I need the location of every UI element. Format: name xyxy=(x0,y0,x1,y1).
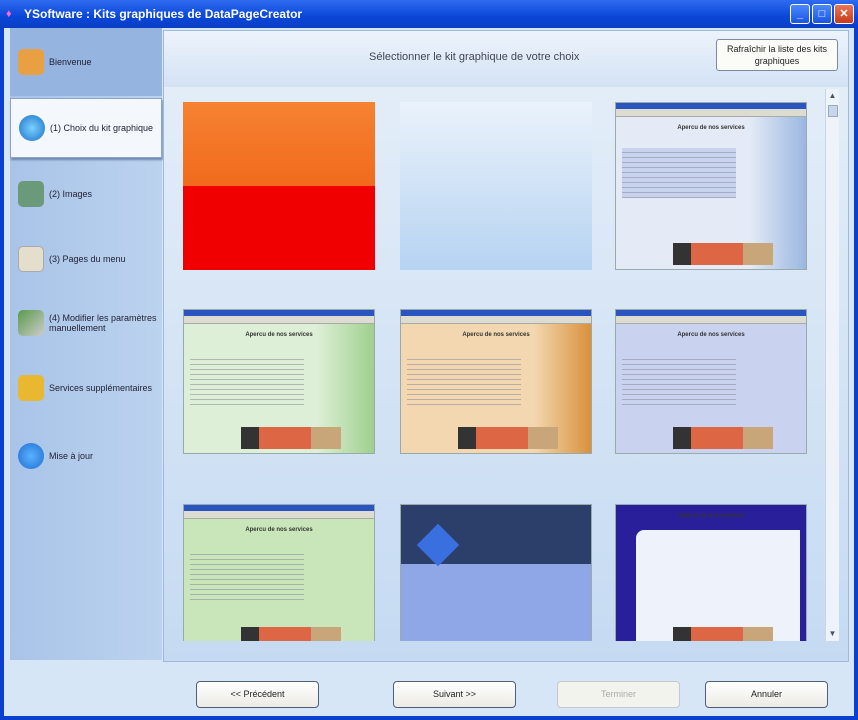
minimize-button[interactable]: _ xyxy=(790,4,810,24)
sidebar-item-label: (3) Pages du menu xyxy=(49,254,126,264)
finish-button[interactable]: Terminer xyxy=(557,681,680,708)
scroll-down-icon[interactable]: ▼ xyxy=(826,627,839,641)
window-client: Bienvenue (1) Choix du kit graphique (2)… xyxy=(4,28,854,716)
sidebar-item-images[interactable]: (2) Images xyxy=(10,173,162,215)
update-icon xyxy=(18,443,44,469)
refresh-list-button[interactable]: Rafraîchir la liste des kits graphiques xyxy=(716,39,838,71)
kit-thumb-purple[interactable]: Apercu de nos services xyxy=(615,504,807,641)
sidebar-item-kit-graphique[interactable]: (1) Choix du kit graphique xyxy=(10,98,162,158)
panel-header: Sélectionner le kit graphique de votre c… xyxy=(164,31,848,87)
kit-thumb-blue-template[interactable]: Apercu de nos services xyxy=(615,102,807,270)
window-title: YSoftware : Kits graphiques de DataPageC… xyxy=(24,7,303,21)
kit-panel: Sélectionner le kit graphique de votre c… xyxy=(163,30,849,662)
kit-thumb-lavender[interactable]: Apercu de nos services xyxy=(615,309,807,454)
vertical-scrollbar[interactable]: ▲ ▼ xyxy=(825,89,839,641)
previous-button[interactable]: << Précédent xyxy=(196,681,319,708)
sidebar-item-mise-a-jour[interactable]: Mise à jour xyxy=(10,436,162,476)
scroll-up-icon[interactable]: ▲ xyxy=(826,89,839,103)
box-icon xyxy=(18,375,44,401)
sidebar-item-services[interactable]: Services supplémentaires xyxy=(10,368,162,408)
globe-icon xyxy=(19,115,45,141)
sidebar: Bienvenue (1) Choix du kit graphique (2)… xyxy=(10,28,162,660)
close-button[interactable]: ✕ xyxy=(834,4,854,24)
images-icon xyxy=(18,181,44,207)
kit-thumb-green[interactable]: Apercu de nos services xyxy=(183,309,375,454)
kit-thumb-orange[interactable]: Apercu de nos services xyxy=(400,309,592,454)
panel-caption: Sélectionner le kit graphique de votre c… xyxy=(369,51,580,63)
tools-icon xyxy=(18,310,44,336)
maximize-button[interactable]: □ xyxy=(812,4,832,24)
sidebar-item-pages-menu[interactable]: (3) Pages du menu xyxy=(10,238,162,280)
scroll-thumb[interactable] xyxy=(828,105,838,117)
kit-grid: Apercu de nos services Apercu de nos ser… xyxy=(164,89,824,641)
sidebar-item-label: Bienvenue xyxy=(49,57,92,67)
sidebar-item-label: (2) Images xyxy=(49,189,93,199)
sidebar-item-label: Services supplémentaires xyxy=(49,383,153,393)
kit-thumb-dark-blue[interactable] xyxy=(400,504,592,641)
next-button[interactable]: Suivant >> xyxy=(393,681,516,708)
welcome-icon xyxy=(18,49,44,75)
kit-thumb-orange-red[interactable] xyxy=(183,102,375,270)
sidebar-item-label: Mise à jour xyxy=(49,451,94,461)
kit-thumb-green-2[interactable]: Apercu de nos services xyxy=(183,504,375,641)
cancel-button[interactable]: Annuler xyxy=(705,681,828,708)
title-bar: ♦ YSoftware : Kits graphiques de DataPag… xyxy=(0,0,858,28)
sidebar-item-parametres[interactable]: (4) Modifier les paramètres manuellement xyxy=(10,300,162,346)
pages-icon xyxy=(18,246,44,272)
sidebar-item-bienvenue[interactable]: Bienvenue xyxy=(10,28,162,96)
sidebar-item-label: (4) Modifier les paramètres manuellement xyxy=(49,313,157,333)
kit-thumb-light-blue[interactable] xyxy=(400,102,592,270)
sidebar-item-label: (1) Choix du kit graphique xyxy=(50,123,154,133)
app-icon: ♦ xyxy=(6,8,12,20)
